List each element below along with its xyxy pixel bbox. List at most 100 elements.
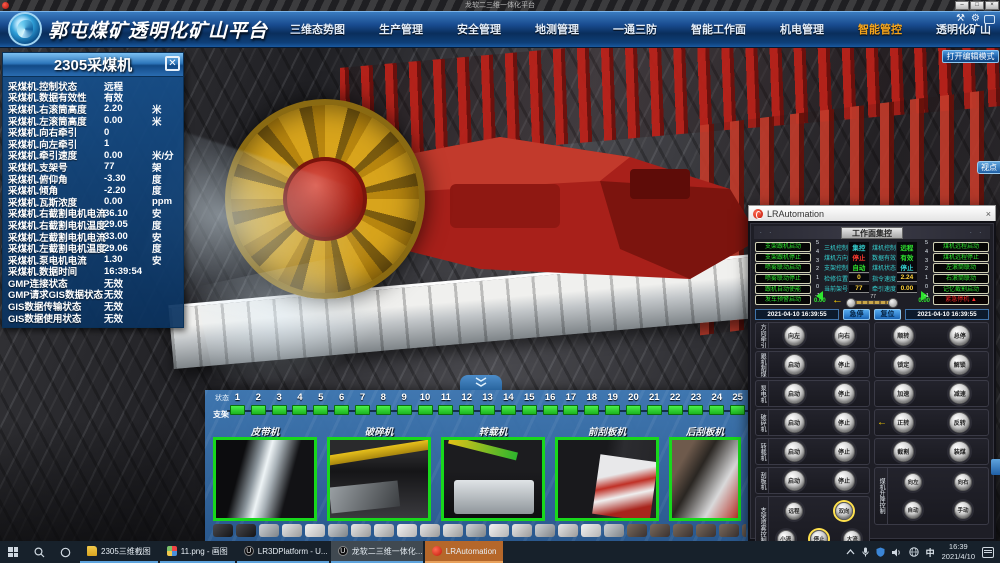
window-restore-icon[interactable] — [984, 15, 995, 24]
input-method-indicator[interactable]: 中 — [926, 546, 935, 559]
reset-button[interactable]: 复位 — [874, 309, 901, 320]
round-button-停止[interactable]: 停止 — [834, 354, 855, 375]
task-view-icon[interactable] — [52, 547, 78, 558]
camera-feed-thumbnail[interactable] — [327, 437, 431, 521]
filmstrip-tile[interactable] — [443, 524, 463, 537]
edge-badge[interactable] — [991, 459, 1000, 475]
taskbar-item-龙软二三维一体化...[interactable]: U龙软二三维一体化... — [331, 541, 423, 563]
filmstrip-tile[interactable] — [489, 524, 509, 537]
filmstrip-tile[interactable] — [420, 524, 440, 537]
filmstrip-tile[interactable] — [696, 524, 716, 537]
security-shield-icon[interactable] — [876, 547, 885, 557]
round-button-启动[interactable]: 启动 — [784, 412, 805, 433]
nav-item-三维态势图[interactable]: 三维态势图 — [290, 21, 345, 37]
round-button-正转[interactable]: 正转 — [893, 412, 914, 433]
taskbar-item-LR3DPlatform - U...[interactable]: ULR3DPlatform - U... — [237, 541, 329, 563]
nav-item-智能工作面[interactable]: 智能工作面 — [691, 21, 746, 37]
round-button-启动[interactable]: 启动 — [784, 354, 805, 375]
position-slider[interactable]: 0.00 ← 77 0.00 — [818, 296, 926, 307]
viewpoint-tab[interactable]: 视点 — [977, 161, 1000, 174]
round-button-向右[interactable]: 向右 — [954, 473, 972, 491]
taskbar-item-11.png - 画图[interactable]: 11.png - 画图 — [160, 541, 235, 563]
collapse-chevron-button[interactable] — [460, 375, 502, 390]
slider-knob-left[interactable] — [846, 298, 856, 308]
filmstrip-tile[interactable] — [351, 524, 371, 537]
tray-chevron-icon[interactable] — [846, 549, 855, 555]
taskbar-item-LRAutomation[interactable]: LRAutomation — [425, 541, 504, 563]
automation-button[interactable]: 发车预警启动 — [755, 295, 811, 305]
round-button-向左[interactable]: 向左 — [784, 325, 805, 346]
slider-track[interactable]: 77 — [850, 300, 894, 305]
round-button-启动[interactable]: 启动 — [784, 470, 805, 491]
camera-feed-thumbnail[interactable] — [441, 437, 545, 521]
round-button-手动[interactable]: 手动 — [954, 501, 972, 519]
filmstrip-tile[interactable] — [558, 524, 578, 537]
round-button-向左[interactable]: 向左 — [904, 473, 922, 491]
search-icon[interactable] — [26, 547, 52, 558]
thumbnail-filmstrip[interactable] — [213, 524, 746, 538]
filmstrip-tile[interactable] — [535, 524, 555, 537]
automation-button[interactable]: 煤机远程启动 — [933, 242, 989, 252]
tools-icon[interactable]: ⚒ — [954, 12, 967, 25]
round-button-自动[interactable]: 自动 — [904, 501, 922, 519]
automation-button[interactable]: 右滚筒联动 — [933, 274, 989, 284]
network-globe-icon[interactable] — [909, 547, 919, 557]
automation-button[interactable]: 跟机自动使能 — [755, 285, 811, 295]
automation-button[interactable]: 左滚筒联动 — [933, 263, 989, 273]
filmstrip-tile[interactable] — [466, 524, 486, 537]
filmstrip-tile[interactable] — [673, 524, 693, 537]
camera-feed-thumbnail[interactable] — [213, 437, 317, 521]
filmstrip-tile[interactable] — [719, 524, 739, 537]
gear-icon[interactable]: ⚙ — [969, 12, 982, 25]
filmstrip-tile[interactable] — [650, 524, 670, 537]
automation-button[interactable]: 支架跟机停止 — [755, 253, 811, 263]
round-button-停止[interactable]: 停止 — [834, 412, 855, 433]
round-button-启动[interactable]: 启动 — [784, 383, 805, 404]
taskbar-item-2305三维截图[interactable]: 2305三维截图 — [80, 541, 158, 563]
open-edit-mode-button[interactable]: 打开编辑模式 — [942, 50, 999, 63]
filmstrip-tile[interactable] — [328, 524, 348, 537]
round-button-停止[interactable]: 停止 — [834, 383, 855, 404]
os-titlebar[interactable]: 龙软二三维一体化平台 – □ × — [0, 0, 1000, 11]
automation-button[interactable]: 支架跟机启动 — [755, 242, 811, 252]
round-button-远程[interactable]: 远程 — [785, 502, 803, 520]
filmstrip-tile[interactable] — [627, 524, 647, 537]
round-button-加速[interactable]: 加速 — [893, 383, 914, 404]
filmstrip-tile[interactable] — [236, 524, 256, 537]
round-button-装煤[interactable]: 装煤 — [949, 441, 970, 462]
automation-button[interactable]: 煤机远程停止 — [933, 253, 989, 263]
nav-item-机电管理[interactable]: 机电管理 — [780, 21, 824, 37]
slider-knob-right[interactable] — [888, 298, 898, 308]
round-button-停止[interactable]: 停止 — [834, 441, 855, 462]
speaker-icon[interactable] — [892, 548, 902, 557]
round-button-减速[interactable]: 减速 — [949, 383, 970, 404]
round-button-截割[interactable]: 截割 — [893, 441, 914, 462]
round-button-总停[interactable]: 总停 — [949, 325, 970, 346]
nav-item-一通三防[interactable]: 一通三防 — [613, 21, 657, 37]
round-button-解锁[interactable]: 解锁 — [949, 354, 970, 375]
automation-button[interactable]: 记忆截割启动 — [933, 285, 989, 295]
filmstrip-tile[interactable] — [742, 524, 746, 537]
camera-feed-thumbnail[interactable] — [669, 437, 741, 521]
nav-item-智能管控[interactable]: 智能管控 — [858, 21, 902, 37]
start-button[interactable] — [0, 547, 26, 557]
filmstrip-tile[interactable] — [512, 524, 532, 537]
action-center-icon[interactable] — [982, 547, 994, 558]
nav-item-安全管理[interactable]: 安全管理 — [457, 21, 501, 37]
filmstrip-tile[interactable] — [604, 524, 624, 537]
filmstrip-tile[interactable] — [282, 524, 302, 537]
lrautomation-close-icon[interactable]: × — [986, 209, 991, 219]
round-button-反转[interactable]: 反转 — [949, 412, 970, 433]
round-button-顺转[interactable]: 顺转 — [893, 325, 914, 346]
round-button-停止[interactable]: 停止 — [834, 470, 855, 491]
filmstrip-tile[interactable] — [213, 524, 233, 537]
tab-workface-control[interactable]: 工作面集控 — [841, 227, 903, 239]
filmstrip-tile[interactable] — [374, 524, 394, 537]
nav-item-生产管理[interactable]: 生产管理 — [379, 21, 423, 37]
round-button-锁定[interactable]: 锁定 — [893, 354, 914, 375]
filmstrip-tile[interactable] — [397, 524, 417, 537]
filmstrip-tile[interactable] — [259, 524, 279, 537]
emergency-stop-button[interactable]: 紧急停机 ▲ — [933, 295, 989, 305]
lrautomation-titlebar[interactable]: LRAutomation × — [748, 205, 996, 221]
microphone-icon[interactable] — [862, 547, 869, 557]
